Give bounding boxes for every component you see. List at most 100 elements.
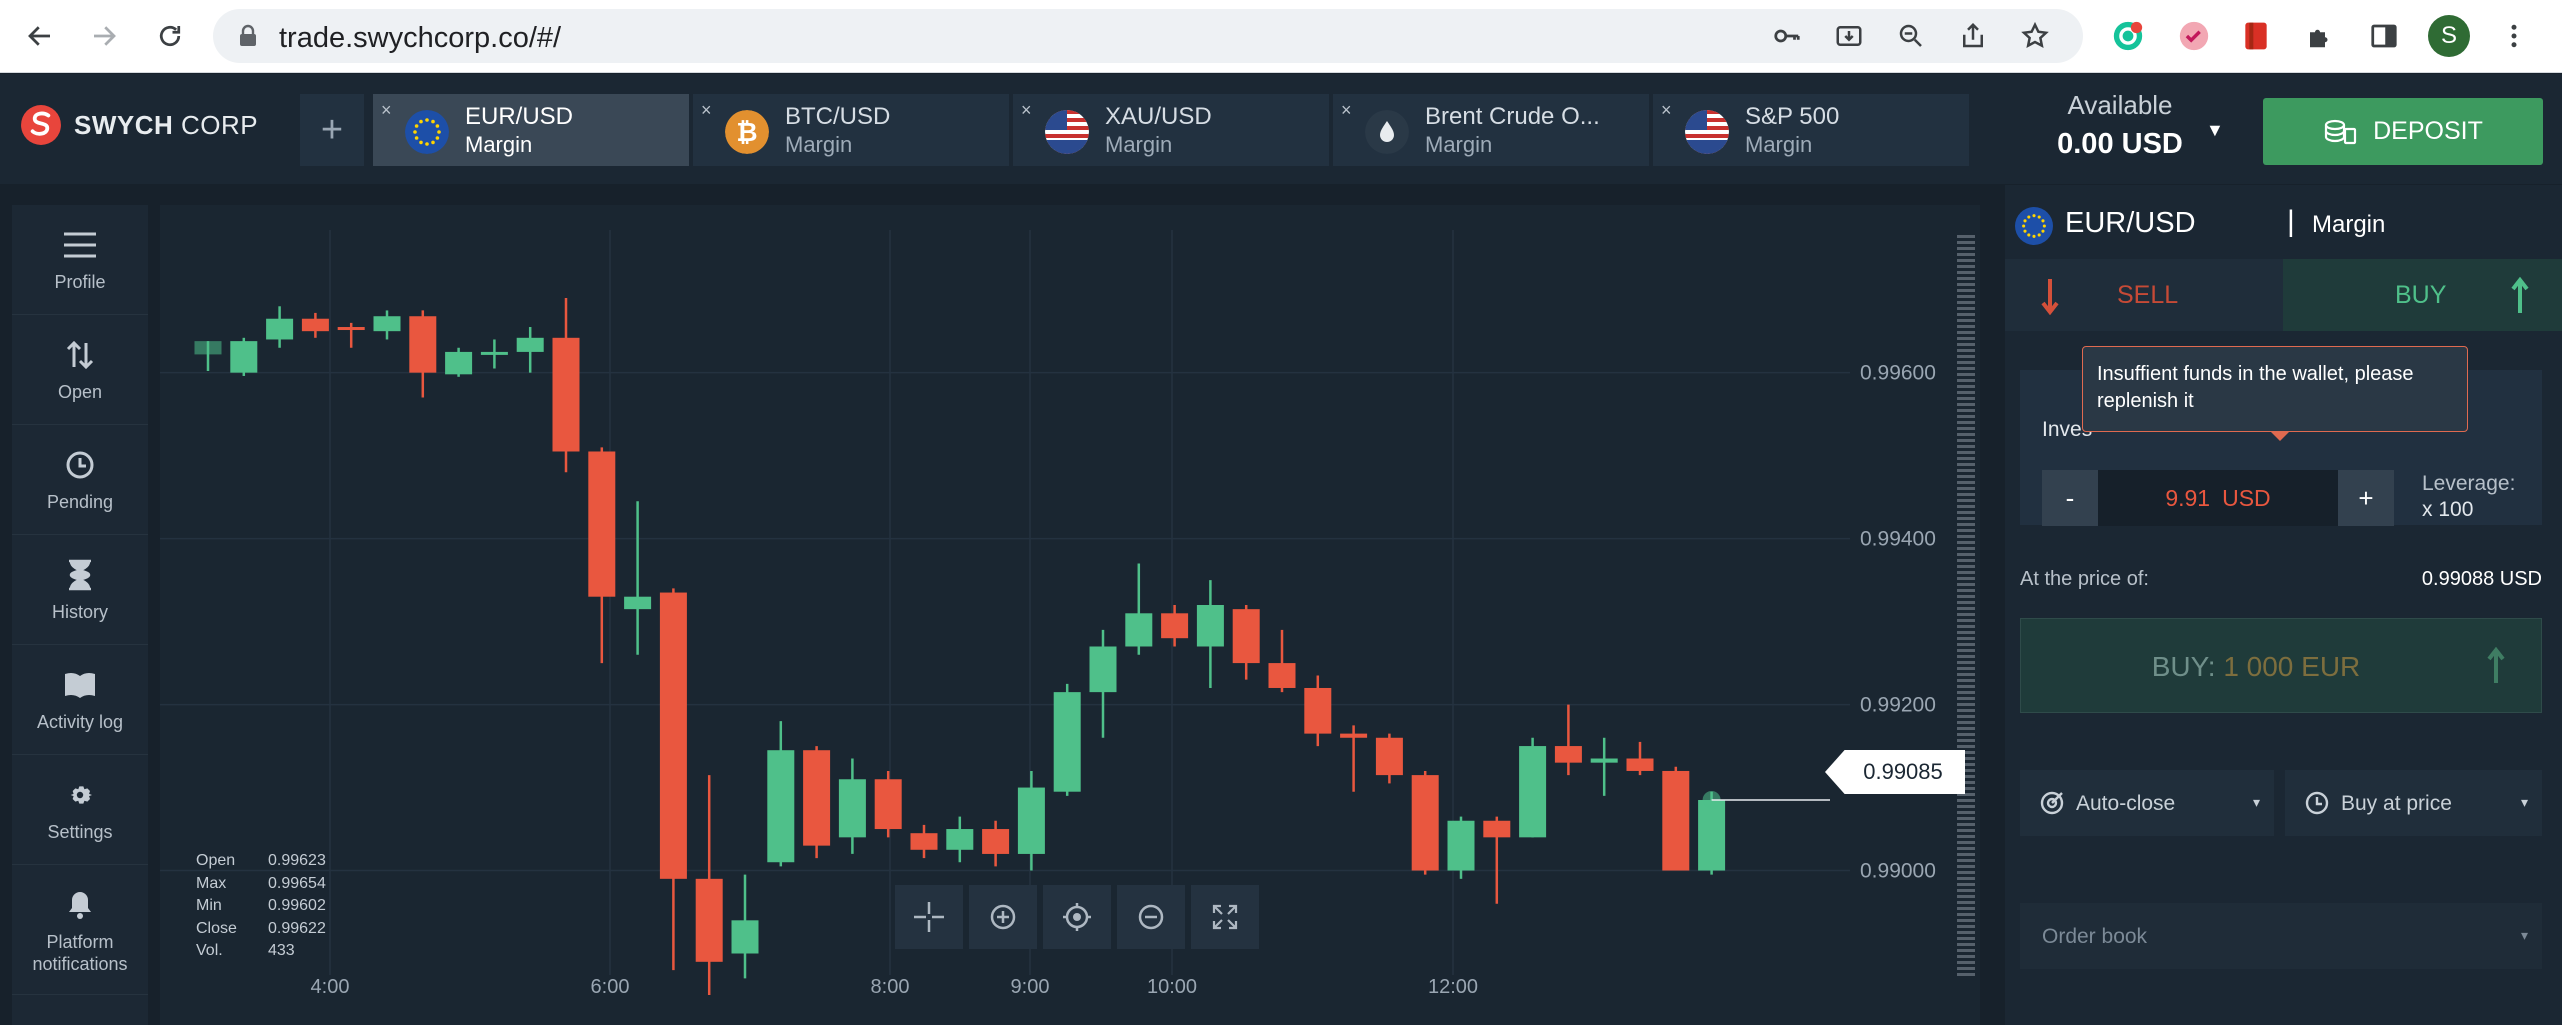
price-scroll-tick [1957,523,1975,526]
tab-btc-usd[interactable]: × ₿ BTC/USD Margin [693,94,1009,166]
back-button[interactable] [18,14,62,58]
bookmark-star-icon[interactable] [2017,18,2053,54]
deposit-label: DEPOSIT [2373,117,2483,145]
x-axis-tick-label: 8:00 [871,976,910,998]
price-scroll-tick [1957,961,1975,964]
tab-sp-500[interactable]: × S&P 500 Margin [1653,94,1969,166]
oil-drop-icon [1365,110,1409,154]
add-tab-button[interactable]: + [300,94,364,166]
tab-close-icon[interactable]: × [1021,100,1032,121]
increase-amount-button[interactable]: + [2338,470,2394,526]
balance-dropdown-icon[interactable]: ▼ [2206,120,2224,141]
share-icon[interactable] [1955,18,1991,54]
brand-logo[interactable]: SWYCH CORP [20,104,258,146]
price-scroll-tick [1957,625,1975,628]
price-scroll-tick [1957,733,1975,736]
x-axis-tick-label: 6:00 [591,976,630,998]
zoom-in-button[interactable] [969,885,1037,949]
zoom-in-icon [990,904,1016,930]
tab-close-icon[interactable]: × [381,100,392,121]
price-scroll-tick [1957,841,1975,844]
sidebar-item-label: Profile [54,272,106,292]
price-scroll-tick [1957,355,1975,358]
price-scroll-tick [1957,295,1975,298]
deposit-button[interactable]: DEPOSIT [2263,98,2543,165]
candle-body [1340,733,1368,738]
profile-avatar[interactable]: S [2428,15,2470,57]
price-scroll-tick [1957,703,1975,706]
candle-body [1590,758,1618,763]
instrument-type: Margin [2312,211,2386,238]
price-scroll-tick [1957,427,1975,430]
sidebar-item-platform-notifications[interactable]: Platform notifications [12,865,148,995]
buy-at-price-dropdown[interactable]: Buy at price ▾ [2285,770,2542,836]
zoom-out-icon[interactable] [1893,18,1929,54]
amount-input[interactable]: 9.91 USD [2098,470,2338,526]
price-scroll-tick [1957,259,1975,262]
price-scroll-tick [1957,679,1975,682]
leverage-value[interactable]: x 100 [2422,498,2473,522]
tab-type: Margin [785,132,853,157]
us-flag-icon [1045,110,1089,154]
sidebar-item-history[interactable]: History [12,535,148,645]
tab-eur-usd[interactable]: × EUR/USD Margin [373,94,689,166]
sidebar-item-settings[interactable]: Settings [12,755,148,865]
auto-close-dropdown[interactable]: Auto-close ▾ [2020,770,2274,836]
candle-body [695,878,723,962]
candle-body [445,351,473,375]
tab-close-icon[interactable]: × [1661,100,1672,121]
sidebar-item-profile[interactable]: Profile [12,205,148,315]
tab-close-icon[interactable]: × [701,100,712,121]
buy-tab[interactable]: BUY [2283,259,2562,331]
y-axis-tick-label: 0.99400 [1860,528,1936,551]
price-scroll-tick [1957,607,1975,610]
extension-badge-icon[interactable] [2176,18,2212,54]
book-extension-icon[interactable] [2238,18,2274,54]
key-icon[interactable] [1769,18,1805,54]
price-scroll-tick [1957,541,1975,544]
candle-body [409,316,437,373]
candle-body [982,829,1010,854]
candle-body [1089,646,1117,693]
price-scroll-tick [1957,493,1975,496]
more-menu-icon[interactable] [2496,18,2532,54]
address-bar[interactable]: trade.swychcorp.co/#/ [213,9,2083,63]
chevron-down-icon: ▾ [2252,794,2260,810]
candle-body [1161,613,1189,639]
price-scroll-tick [1957,559,1975,562]
price-scroll-tick [1957,829,1975,832]
y-axis-tick-label: 0.99600 [1860,362,1936,385]
sidebar-item-open[interactable]: Open [12,315,148,425]
install-app-icon[interactable] [1831,18,1867,54]
price-scroll-tick [1957,913,1975,916]
decrease-amount-button[interactable]: - [2042,470,2098,526]
price-scroll-tick [1957,241,1975,244]
clock-icon [2305,791,2329,815]
sidebar-item-label: Activity log [36,712,124,732]
expand-icon [1212,904,1238,930]
center-button[interactable] [1043,885,1111,949]
buy-submit-button[interactable]: BUY: 1 000 EUR [2020,618,2542,713]
price-chart[interactable]: 0.99600 0.99400 0.99200 0.99000 4:00 6:00 8:00… [160,205,1980,1025]
fullscreen-button[interactable] [1191,885,1259,949]
ohlc-row: Close 0.99622 [196,918,326,941]
zoom-out-button[interactable] [1117,885,1185,949]
grammarly-extension-icon[interactable] [2110,18,2146,54]
left-sidebar: Profile Open Pending History Activity lo… [12,205,148,1025]
order-book-dropdown[interactable]: Order book ▾ [2020,903,2542,969]
forward-button[interactable] [82,14,126,58]
crosshair-button[interactable] [895,885,963,949]
tab-xau-usd[interactable]: × XAU/USD Margin [1013,94,1329,166]
price-scroll-tick [1957,445,1975,448]
sidebar-item-activity-log[interactable]: Activity log [12,645,148,755]
sidebar-item-pending[interactable]: Pending [12,425,148,535]
tab-name: XAU/USD [1105,103,1212,130]
side-panel-icon[interactable] [2366,18,2402,54]
price-scroll-tick [1957,577,1975,580]
sell-tab[interactable]: SELL [2005,259,2283,331]
reload-button[interactable] [148,14,192,58]
candle-body [552,337,580,452]
tab-close-icon[interactable]: × [1341,100,1352,121]
puzzle-extensions-icon[interactable] [2302,18,2338,54]
tab-brent-crude[interactable]: × Brent Crude O... Margin [1333,94,1649,166]
